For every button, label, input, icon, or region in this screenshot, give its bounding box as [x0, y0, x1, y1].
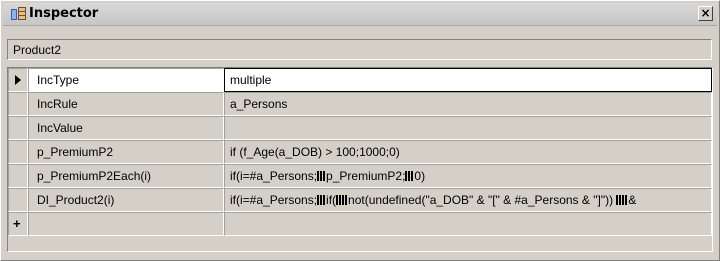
row-indicator — [8, 188, 28, 212]
property-value: if (f_Age(a_DOB) > 100;1000;0) — [230, 145, 400, 159]
property-value: if(i=#a_Persons; if( not(undefined("a_DOB"… — [230, 193, 636, 207]
property-name: p_PremiumP2 — [37, 145, 114, 159]
tab-glyph — [323, 171, 326, 181]
tab-glyph — [320, 171, 323, 181]
tab-glyph — [342, 195, 345, 205]
value-part: p_PremiumP2; — [326, 169, 406, 183]
property-row[interactable]: p_PremiumP2Each(i) if(i=#a_Persons; p_Pre… — [8, 164, 712, 188]
tab-glyph — [405, 171, 408, 181]
close-button[interactable]: × — [698, 6, 713, 21]
property-name: IncValue — [37, 121, 83, 135]
property-row[interactable]: IncRule a_Persons — [8, 92, 712, 116]
property-value-cell[interactable]: if(i=#a_Persons; if( not(undefined("a_DOB"… — [224, 188, 712, 212]
property-name: IncRule — [37, 97, 78, 111]
tab-glyph — [616, 195, 619, 205]
tab-glyph — [320, 195, 323, 205]
tab-glyph — [323, 195, 326, 205]
inspector-window: Inspector × Product2 IncType multiple In… — [0, 0, 720, 261]
row-pointer-icon — [15, 75, 21, 85]
property-name-cell[interactable]: IncValue — [28, 116, 224, 140]
close-icon: × — [700, 6, 711, 20]
value-part: if(i=#a_Persons; — [230, 169, 318, 183]
tab-glyph — [619, 195, 622, 205]
property-row[interactable]: IncType multiple — [8, 68, 712, 92]
tab-glyph — [317, 171, 320, 181]
new-property-row[interactable]: + — [8, 212, 712, 236]
row-indicator — [8, 140, 28, 164]
tab-glyph — [408, 171, 411, 181]
window-title: Inspector — [29, 6, 99, 21]
inspector-app-icon — [11, 7, 26, 20]
row-indicator — [8, 92, 28, 116]
add-row-icon: + — [13, 216, 21, 231]
property-name: IncType — [37, 73, 80, 87]
property-value-cell[interactable] — [224, 116, 712, 140]
property-name-cell[interactable]: IncType — [28, 68, 224, 92]
row-indicator: + — [8, 212, 28, 236]
property-grid: IncType multiple IncRule a_Persons IncVa… — [7, 67, 713, 252]
value-part: not(undefined("a_DOB" & "[" & #a_Persons… — [348, 193, 617, 207]
tab-glyph — [622, 195, 625, 205]
property-value: a_Persons — [230, 97, 288, 111]
tab-glyph — [339, 195, 342, 205]
value-part: if( — [326, 193, 337, 207]
property-value-cell[interactable] — [224, 212, 712, 236]
property-value: multiple — [230, 73, 272, 87]
property-value-cell[interactable]: if (f_Age(a_DOB) > 100;1000;0) — [224, 140, 712, 164]
object-name-field[interactable]: Product2 — [7, 39, 712, 60]
property-name: DI_Product2(i) — [37, 193, 115, 207]
value-part: 0) — [414, 169, 426, 183]
property-name: p_PremiumP2Each(i) — [37, 169, 152, 183]
row-indicator — [8, 68, 28, 92]
value-part: if(i=#a_Persons; — [230, 193, 318, 207]
object-name: Product2 — [13, 43, 62, 57]
property-name-cell[interactable]: p_PremiumP2Each(i) — [28, 164, 224, 188]
title-bar[interactable]: Inspector × — [3, 3, 717, 26]
property-value-cell[interactable]: a_Persons — [224, 92, 712, 116]
property-name-cell[interactable]: IncRule — [28, 92, 224, 116]
tab-glyph — [345, 195, 348, 205]
property-value: if(i=#a_Persons; p_PremiumP2; 0) — [230, 169, 425, 183]
property-row[interactable]: IncValue — [8, 116, 712, 140]
property-value-cell[interactable]: if(i=#a_Persons; p_PremiumP2; 0) — [224, 164, 712, 188]
property-name-cell[interactable] — [28, 212, 224, 236]
property-value-cell[interactable]: multiple — [224, 68, 712, 92]
tab-glyph — [336, 195, 339, 205]
row-indicator — [8, 164, 28, 188]
row-indicator — [8, 116, 28, 140]
property-row[interactable]: DI_Product2(i) if(i=#a_Persons; if( not(un… — [8, 188, 712, 212]
property-name-cell[interactable]: p_PremiumP2 — [28, 140, 224, 164]
property-name-cell[interactable]: DI_Product2(i) — [28, 188, 224, 212]
value-part: & — [628, 193, 637, 207]
property-row[interactable]: p_PremiumP2 if (f_Age(a_DOB) > 100;1000;… — [8, 140, 712, 164]
tab-glyph — [317, 195, 320, 205]
